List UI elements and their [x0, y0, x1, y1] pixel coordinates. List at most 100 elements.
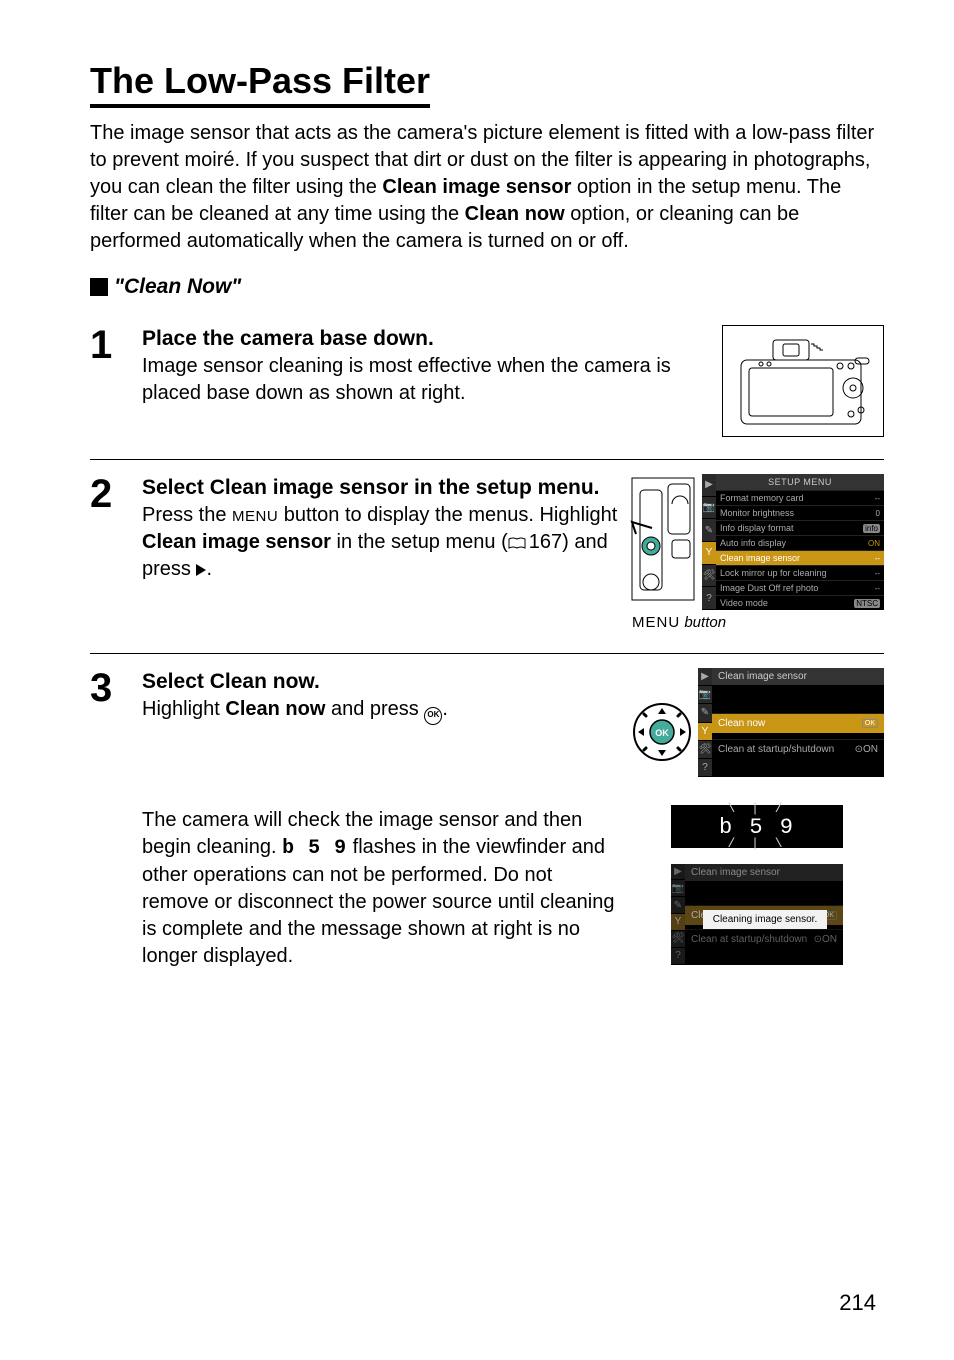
- menu-tab: ✎: [698, 704, 712, 722]
- menu-tab: 📷: [671, 880, 685, 897]
- step-2-body-e: .: [206, 558, 212, 580]
- menu-tab: ▶: [671, 864, 685, 881]
- clean-menu-tabs: ▶ 📷 ✎ Y 🛠 ?: [698, 668, 712, 777]
- msg-menu-row: Clean at startup/shutdown ⊙ON: [685, 929, 843, 949]
- step-3-lead-c: .: [314, 670, 320, 693]
- menu-tab: Y: [702, 542, 716, 565]
- menu-tab: 📷: [702, 497, 716, 520]
- menu-tab: ?: [698, 759, 712, 777]
- step-1-text: Place the camera base down. Image sensor…: [142, 325, 722, 437]
- subhead-bullet-icon: [90, 278, 108, 296]
- section-subhead: "Clean Now": [90, 275, 884, 299]
- ok-badge-icon: OK: [862, 719, 878, 728]
- subhead-text: "Clean Now": [114, 275, 241, 299]
- intro-paragraph: The image sensor that acts as the camera…: [90, 120, 884, 255]
- setup-menu-tabs: ▶ 📷 ✎ Y 🛠 ?: [702, 474, 716, 610]
- step-3-lead-b: Clean now: [210, 670, 314, 693]
- clean-menu-screenshot: ▶ 📷 ✎ Y 🛠 ? Clean image sensor Clean now…: [698, 668, 884, 777]
- step-2-number: 2: [90, 474, 142, 631]
- manual-page: The Low-Pass Filter The image sensor tha…: [0, 0, 954, 1360]
- step-2-page-ref: 167: [529, 531, 562, 553]
- busy-ticks-bottom: / | \: [671, 840, 843, 848]
- setup-menu-row: Info display format info: [716, 520, 884, 535]
- step-1-figure: [722, 325, 884, 437]
- multi-selector-icon: OK: [630, 700, 694, 764]
- cleaning-popup: Cleaning image sensor.: [703, 910, 827, 929]
- step-3-lead-a: Select: [142, 670, 210, 693]
- book-icon: [508, 530, 526, 542]
- page-number: 214: [839, 1290, 876, 1316]
- menu-row-value: NTSC: [854, 599, 880, 608]
- menu-tab: ▶: [698, 668, 712, 686]
- setup-menu-row: Image Dust Off ref photo --: [716, 580, 884, 595]
- setup-menu-row: Lock mirror up for cleaning--: [716, 565, 884, 580]
- step-1-number: 1: [90, 325, 142, 437]
- menu-tab: Y: [671, 914, 685, 931]
- menu-button-label-inline: MENU: [232, 508, 278, 525]
- menu-row-label: Info display format: [720, 523, 794, 533]
- viewfinder-busy-figure: \ | / b 5 9 / | \: [671, 805, 843, 848]
- menu-row-value: ON: [868, 539, 880, 548]
- menu-caption-suffix: button: [680, 614, 726, 631]
- menu-tab: Y: [698, 723, 712, 741]
- menu-row-label: Format memory card: [720, 493, 804, 503]
- menu-tab: 📷: [698, 686, 712, 704]
- step-3-figure-row-1: OK ▶ 📷 ✎ Y 🛠 ?: [630, 668, 884, 777]
- step-2-option-bold: Clean image sensor: [142, 531, 331, 553]
- menu-caption-label: MENU: [632, 614, 680, 631]
- setup-menu-screenshot: ▶ 📷 ✎ Y 🛠 ? SETUP MENU Format memory car…: [702, 474, 884, 610]
- menu-tab: ?: [671, 948, 685, 965]
- step-1-body: Image sensor cleaning is most effective …: [142, 353, 712, 407]
- step-2-body-c: in the setup menu (: [331, 531, 508, 553]
- msg-menu-title: Clean image sensor: [685, 864, 843, 881]
- step-3-body1-a: Highlight: [142, 698, 225, 720]
- setup-menu-row: Video mode NTSC: [716, 595, 884, 610]
- menu-tab: 🛠: [698, 741, 712, 759]
- busy-glyph-inline: b 5 9: [282, 837, 347, 860]
- clean-menu-box: Clean image sensor Clean now OK Clean at…: [712, 668, 884, 777]
- step-3-body-2: The camera will check the image sensor a…: [142, 807, 620, 970]
- menu-row-label: Monitor brightness: [720, 508, 794, 518]
- step-2-lead-a: Select: [142, 476, 210, 499]
- intro-bold-2: Clean now: [465, 203, 565, 225]
- menu-tab: ✎: [702, 519, 716, 542]
- setup-menu-row: Format memory card--: [716, 490, 884, 505]
- clean-menu-row-label: Clean at startup/shutdown: [718, 744, 834, 755]
- step-3: 3 Select Clean now. Highlight Clean now …: [90, 653, 884, 992]
- msg-menu-row-label: Clean at startup/shutdown: [691, 934, 807, 945]
- menu-row-label: Video mode: [720, 598, 768, 608]
- setup-menu-row-highlighted: Clean image sensor--: [716, 550, 884, 565]
- setup-menu-row: Auto info display ON: [716, 535, 884, 550]
- step-2-figure: ▶ 📷 ✎ Y 🛠 ? SETUP MENU Format memory car…: [628, 474, 884, 631]
- svg-text:OK: OK: [655, 728, 669, 738]
- step-2-body: Press the MENU button to display the men…: [142, 502, 618, 583]
- clean-menu-row-icon: ⊙ON: [855, 744, 878, 755]
- setup-menu-title: SETUP MENU: [716, 474, 884, 490]
- intro-bold-1: Clean image sensor: [382, 176, 571, 198]
- menu-row-value: --: [875, 584, 880, 593]
- step-2: 2 Select Clean image sensor in the setup…: [90, 459, 884, 653]
- menu-tab: ▶: [702, 474, 716, 497]
- page-title: The Low-Pass Filter: [90, 60, 430, 108]
- menu-row-label: Lock mirror up for cleaning: [720, 568, 827, 578]
- msg-menu-row-icon: ⊙ON: [814, 934, 837, 945]
- step-3-body1-c: and press: [325, 698, 424, 720]
- clean-menu-row: Clean at startup/shutdown ⊙ON: [712, 739, 884, 759]
- camera-icon: [723, 326, 883, 436]
- setup-menu-row: Monitor brightness0: [716, 505, 884, 520]
- clean-menu-title: Clean image sensor: [712, 668, 884, 685]
- menu-tab: 🛠: [702, 565, 716, 588]
- cleaning-message-screenshot: ▶ 📷 ✎ Y 🛠 ? Clean image sensor Clea OK C…: [671, 864, 843, 965]
- step-2-figure-row: ▶ 📷 ✎ Y 🛠 ? SETUP MENU Format memory car…: [628, 474, 884, 610]
- step-1-lead: Place the camera base down.: [142, 325, 712, 353]
- step-3-body1-d: .: [442, 698, 448, 720]
- step-3-lead: Select Clean now.: [142, 668, 620, 696]
- menu-row-value: info: [863, 524, 880, 533]
- step-1: 1 Place the camera base down. Image sens…: [90, 311, 884, 459]
- msg-menu-tabs: ▶ 📷 ✎ Y 🛠 ?: [671, 864, 685, 965]
- step-3-figure: OK ▶ 📷 ✎ Y 🛠 ?: [630, 668, 884, 970]
- menu-row-label: Auto info display: [720, 538, 786, 548]
- step-3-text: Select Clean now. Highlight Clean now an…: [142, 668, 630, 970]
- menu-row-label: Image Dust Off ref photo: [720, 583, 818, 593]
- busy-ticks-top: \ | /: [671, 805, 843, 813]
